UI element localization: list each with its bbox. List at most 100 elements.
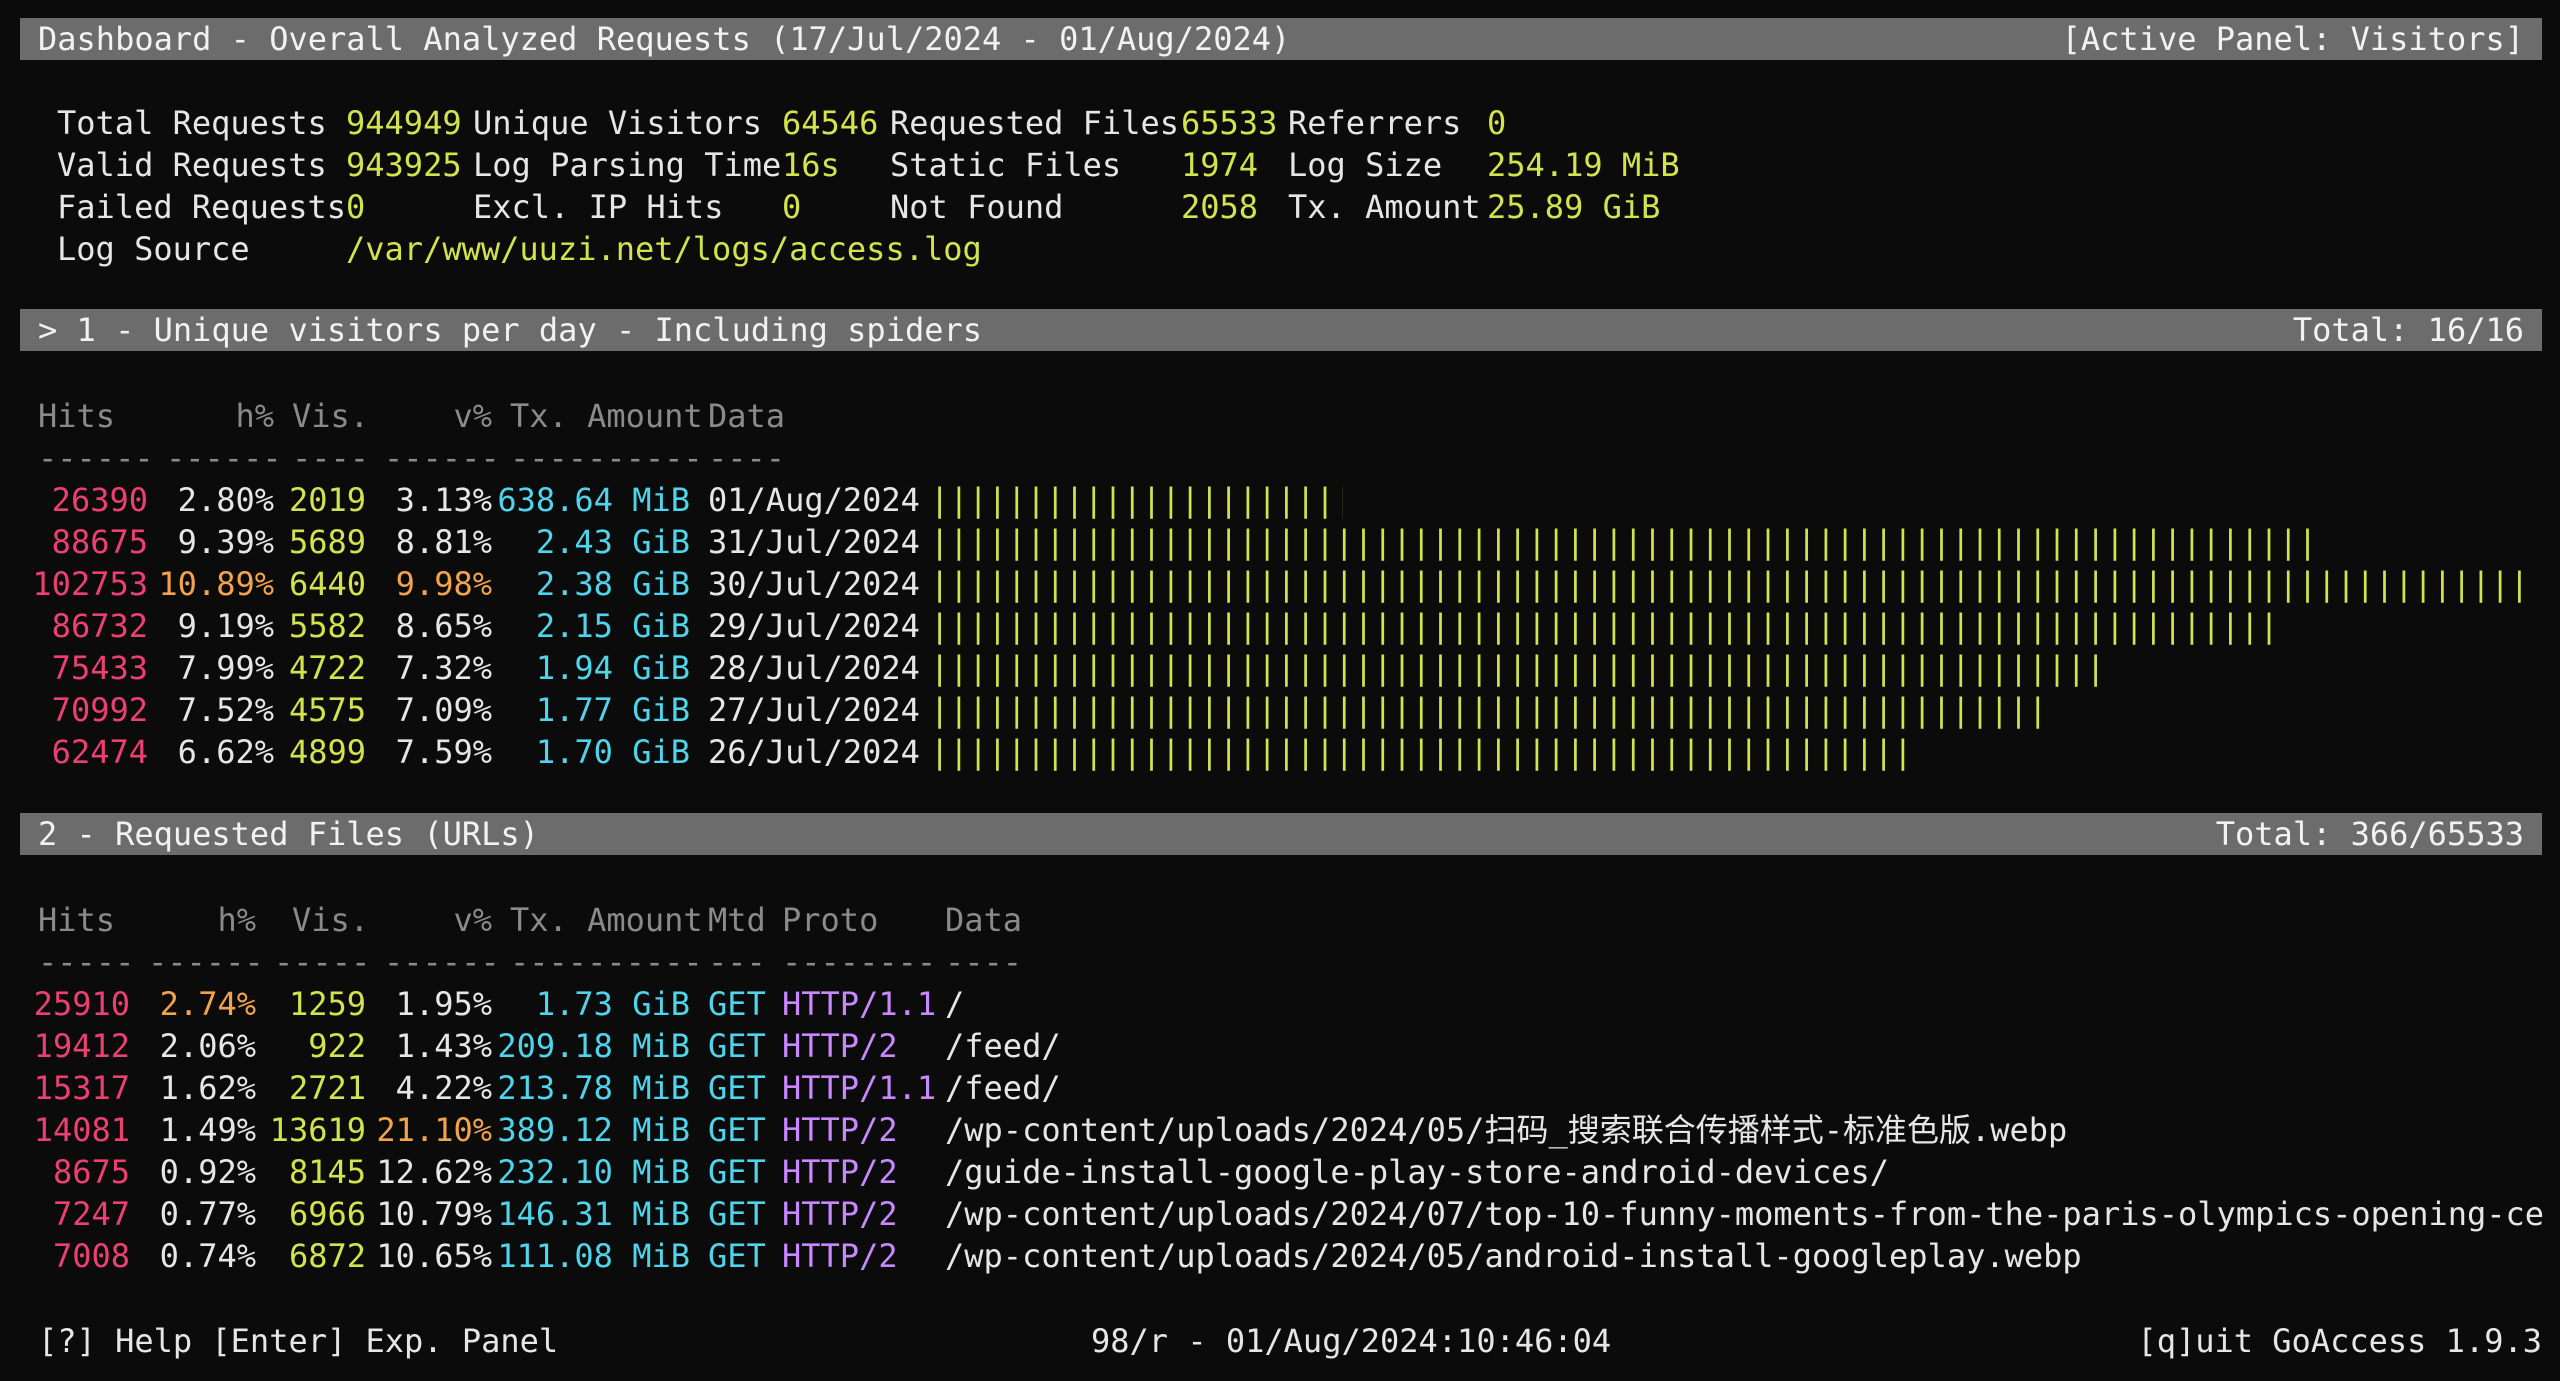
sep: ---- [292, 439, 370, 477]
row-proto: HTTP/1.1 [782, 1069, 937, 1107]
overall-value: 0 [346, 188, 366, 226]
overall-value: 1974 [1181, 146, 1259, 184]
row-vis: 6872 [288, 1237, 366, 1275]
col-hp: h% [235, 397, 274, 435]
row-tx: 111.08 MiB [497, 1237, 690, 1275]
row-url: /wp-content/uploads/2024/05/扫码_搜索联合传播样式-… [945, 1111, 2068, 1149]
row-vis: 8145 [288, 1153, 366, 1191]
row-vp: 7.32% [395, 649, 492, 687]
row-vis: 5689 [288, 523, 366, 561]
row-proto: HTTP/2 [782, 1027, 898, 1065]
row-vis: 4575 [288, 691, 366, 729]
visitor-row[interactable]: 102753 10.89% 6440 9.98% 2.38 GiB 30/Jul/2024… [0, 563, 2560, 605]
row-tx: 232.10 MiB [497, 1153, 690, 1191]
col-data: Data [708, 397, 786, 435]
row-url: /feed/ [945, 1069, 1061, 1107]
row-hp: 2.80% [177, 481, 274, 519]
row-hits: 86732 [51, 607, 148, 645]
row-bar: ||||||||||||||||||||||||||||||||||||||||… [930, 565, 2536, 603]
row-bar: ||||||||||||||||||||||||||||||||||||||||… [930, 691, 2040, 729]
row-hits: 102753 [32, 565, 148, 603]
overall-value: 65533 [1181, 104, 1278, 142]
visitor-row[interactable]: 88675 9.39% 5689 8.81% 2.43 GiB 31/Jul/2024 ||… [0, 521, 2560, 563]
col-hits: Hits [38, 901, 116, 939]
row-vis: 1259 [288, 985, 366, 1023]
row-tx: 389.12 MiB [497, 1111, 690, 1149]
row-proto: HTTP/2 [782, 1153, 898, 1191]
row-vp: 7.59% [395, 733, 492, 771]
visitors-separator-row: ------ ------ ---- ------ ---------- ---- [0, 437, 2560, 479]
file-row[interactable]: 8675 0.92% 8145 12.62% 232.10 MiB GET HTTP/2/g… [0, 1151, 2560, 1193]
row-vis: 6440 [288, 565, 366, 603]
row-vis: 4899 [288, 733, 366, 771]
row-vis: 6966 [288, 1195, 366, 1233]
visitors-panel-title: > 1 - Unique visitors per day - Includin… [38, 311, 983, 349]
row-hits: 7247 [52, 1195, 130, 1233]
file-row[interactable]: 25910 2.74% 1259 1.95% 1.73 GiB GET HTTP/1.1/ [0, 983, 2560, 1025]
sep: ---------- [510, 439, 703, 477]
overall-value: 943925 [346, 146, 462, 184]
row-hp: 2.06% [159, 1027, 256, 1065]
row-bar: ||||||||||||||||||||||| [930, 481, 1343, 519]
sep: ------ [166, 439, 282, 477]
sep: ---- [945, 943, 1023, 981]
row-url: /wp-content/uploads/2024/07/top-10-funny… [945, 1195, 2545, 1233]
sep: ---------- [510, 943, 703, 981]
row-vp: 8.81% [395, 523, 492, 561]
visitor-row[interactable]: 26390 2.80% 2019 3.13% 638.64 MiB 01/Aug/2024… [0, 479, 2560, 521]
overall-row: Valid Requests 943925 Log Parsing Time 16s S… [0, 144, 2560, 186]
col-proto: Proto [782, 901, 879, 939]
files-panel-bar[interactable]: 2 - Requested Files (URLs) Total: 366/65… [20, 813, 2542, 855]
row-bar: ||||||||||||||||||||||||||||||||||||||||… [930, 607, 2285, 645]
row-vp: 12.62% [376, 1153, 492, 1191]
row-method: GET [708, 1237, 766, 1275]
visitor-row[interactable]: 75433 7.99% 4722 7.32% 1.94 GiB 28/Jul/2024 ||… [0, 647, 2560, 689]
overall-label: Tx. Amount [1288, 188, 1481, 226]
overall-label: Unique Visitors [473, 104, 762, 142]
row-hp: 0.74% [159, 1237, 256, 1275]
row-tx: 146.31 MiB [497, 1195, 690, 1233]
visitor-row[interactable]: 86732 9.19% 5582 8.65% 2.15 GiB 29/Jul/2024 ||… [0, 605, 2560, 647]
file-row[interactable]: 15317 1.62% 2721 4.22% 213.78 MiB GET HTTP/1.1… [0, 1067, 2560, 1109]
row-tx: 1.77 GiB [535, 691, 690, 729]
overall-label: Valid Requests [57, 146, 327, 184]
row-date: 28/Jul/2024 [708, 649, 920, 687]
row-date: 31/Jul/2024 [708, 523, 920, 561]
row-vp: 4.22% [395, 1069, 492, 1107]
row-vp: 10.79% [376, 1195, 492, 1233]
visitors-panel-total: Total: 16/16 [2292, 311, 2524, 349]
file-row[interactable]: 7008 0.74% 6872 10.65% 111.08 MiB GET HTTP/2/w… [0, 1235, 2560, 1277]
visitor-row[interactable]: 70992 7.52% 4575 7.09% 1.77 GiB 27/Jul/2024 ||… [0, 689, 2560, 731]
footer-quit[interactable]: [q]uit GoAccess 1.9.3 [2137, 1320, 2542, 1362]
row-url: /wp-content/uploads/2024/05/android-inst… [945, 1237, 2082, 1275]
col-vp: v% [453, 901, 492, 939]
row-vp: 1.95% [395, 985, 492, 1023]
row-vis: 5582 [288, 607, 366, 645]
row-url: / [945, 985, 965, 1023]
files-separator-row: ----- ------ ----- ------ ---------- --- -----… [0, 941, 2560, 983]
row-hp: 7.52% [177, 691, 274, 729]
row-date: 29/Jul/2024 [708, 607, 920, 645]
row-vp: 1.43% [395, 1027, 492, 1065]
file-row[interactable]: 19412 2.06% 922 1.43% 209.18 MiB GET HTTP/2/fe… [0, 1025, 2560, 1067]
row-tx: 1.73 GiB [535, 985, 690, 1023]
row-proto: HTTP/2 [782, 1111, 898, 1149]
row-bar: ||||||||||||||||||||||||||||||||||||||||… [930, 733, 1906, 771]
file-row[interactable]: 14081 1.49% 13619 21.10% 389.12 MiB GET HTTP/2… [0, 1109, 2560, 1151]
overall-value: 0 [1487, 104, 1507, 142]
sep: ----- [274, 943, 371, 981]
row-url: /feed/ [945, 1027, 1061, 1065]
overall-label: Total Requests [57, 104, 327, 142]
row-hp: 0.77% [159, 1195, 256, 1233]
footer-help[interactable]: [?] Help [Enter] Exp. Panel [38, 1320, 558, 1362]
file-row[interactable]: 7247 0.77% 6966 10.79% 146.31 MiB GET HTTP/2/w… [0, 1193, 2560, 1235]
row-url: /guide-install-google-play-store-android… [945, 1153, 1890, 1191]
row-tx: 2.38 GiB [535, 565, 690, 603]
visitor-row[interactable]: 62474 6.62% 4899 7.59% 1.70 GiB 26/Jul/2024 ||… [0, 731, 2560, 773]
row-method: GET [708, 985, 766, 1023]
sep: ------ [384, 943, 500, 981]
row-tx: 638.64 MiB [497, 481, 690, 519]
row-hits: 26390 [51, 481, 148, 519]
files-panel-total: Total: 366/65533 [2215, 815, 2524, 853]
visitors-panel-bar[interactable]: > 1 - Unique visitors per day - Includin… [20, 309, 2542, 351]
